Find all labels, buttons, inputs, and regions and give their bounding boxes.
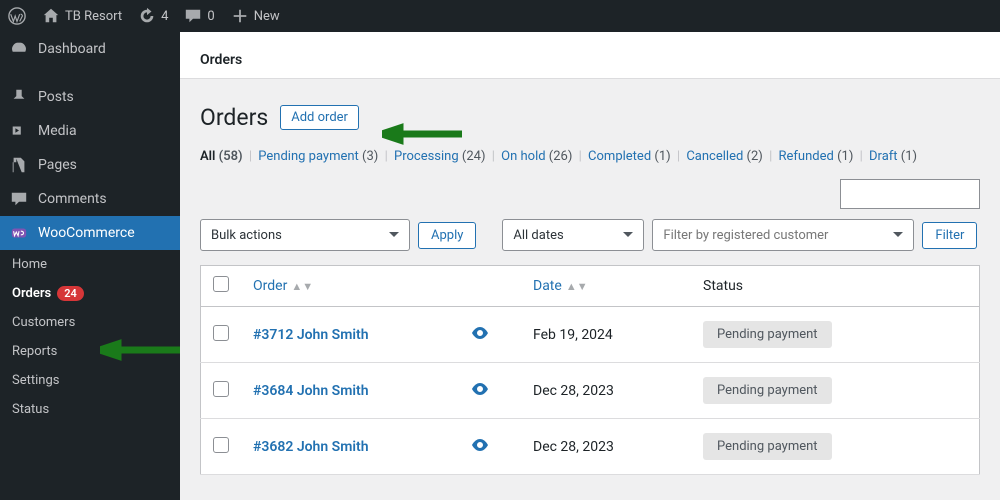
sidebar-item-woocommerce[interactable]: WooCommerce [0, 216, 180, 250]
filter-draft[interactable]: Draft (1) [869, 149, 917, 164]
content-area: Orders Orders Add order All (58) | Pendi… [180, 32, 1000, 500]
pin-icon [10, 88, 28, 106]
order-date: Dec 28, 2023 [521, 419, 691, 475]
preview-icon[interactable] [471, 439, 489, 455]
filter-refunded[interactable]: Refunded (1) [779, 149, 854, 164]
filter-hold[interactable]: On hold (26) [501, 149, 572, 164]
sidebar-sub-orders[interactable]: Orders24 [0, 279, 180, 308]
woo-icon [10, 224, 28, 242]
status-badge: Pending payment [703, 321, 832, 348]
wp-logo[interactable] [0, 0, 34, 32]
plus-icon [231, 7, 249, 25]
add-order-button[interactable]: Add order [280, 105, 359, 130]
order-date: Feb 19, 2024 [521, 307, 691, 363]
admin-sidebar: Dashboard Posts Media Pages Comments Woo… [0, 32, 180, 500]
sidebar-item-dashboard[interactable]: Dashboard [0, 32, 180, 66]
status-badge: Pending payment [703, 377, 832, 404]
sidebar-sub-home[interactable]: Home [0, 250, 180, 279]
page-icon [10, 156, 28, 174]
gauge-icon [10, 40, 28, 58]
sidebar-item-pages[interactable]: Pages [0, 148, 180, 182]
order-date: Dec 28, 2023 [521, 363, 691, 419]
comment-icon [10, 190, 28, 208]
orders-table: Order▲▼ Date▲▼ Status #3712 John Smith Fe… [200, 265, 980, 475]
col-status: Status [691, 266, 980, 307]
preview-icon[interactable] [471, 327, 489, 343]
site-name: TB Resort [65, 9, 122, 24]
row-checkbox[interactable] [213, 381, 229, 397]
sort-icon: ▲▼ [291, 280, 313, 293]
sidebar-item-media[interactable]: Media [0, 114, 180, 148]
order-link[interactable]: #3684 John Smith [253, 383, 369, 399]
updates-count: 4 [161, 9, 168, 24]
filter-all[interactable]: All (58) [200, 149, 243, 164]
updates-link[interactable]: 4 [130, 0, 176, 32]
search-input[interactable] [840, 179, 980, 209]
dates-select[interactable]: All dates [502, 219, 644, 251]
filter-cancelled[interactable]: Cancelled (2) [686, 149, 763, 164]
admin-topbar: TB Resort 4 0 New [0, 0, 1000, 32]
media-icon [10, 122, 28, 140]
sidebar-sub-reports[interactable]: Reports [0, 337, 180, 366]
bulk-actions-select[interactable]: Bulk actions [200, 219, 410, 251]
filter-pending[interactable]: Pending payment (3) [258, 149, 378, 164]
sidebar-sub-settings[interactable]: Settings [0, 366, 180, 395]
sidebar-item-posts[interactable]: Posts [0, 80, 180, 114]
sidebar-sub-customers[interactable]: Customers [0, 308, 180, 337]
row-checkbox[interactable] [213, 437, 229, 453]
sidebar-item-comments[interactable]: Comments [0, 182, 180, 216]
table-row: #3684 John Smith Dec 28, 2023 Pending paym… [201, 363, 980, 419]
page-title: Orders [200, 104, 268, 131]
customer-select[interactable]: Filter by registered customer [652, 219, 914, 251]
status-filters: All (58) | Pending payment (3) | Process… [200, 149, 980, 164]
order-link[interactable]: #3712 John Smith [253, 327, 369, 343]
col-order[interactable]: Order▲▼ [241, 266, 521, 307]
sort-icon: ▲▼ [566, 280, 588, 293]
row-checkbox[interactable] [213, 325, 229, 341]
preview-icon[interactable] [471, 383, 489, 399]
comments-count: 0 [207, 9, 214, 24]
filter-completed[interactable]: Completed (1) [588, 149, 671, 164]
status-badge: Pending payment [703, 433, 832, 460]
orders-badge: 24 [57, 286, 84, 301]
col-date[interactable]: Date▲▼ [521, 266, 691, 307]
new-link[interactable]: New [223, 0, 288, 32]
home-icon [42, 7, 60, 25]
refresh-icon [138, 7, 156, 25]
new-label: New [254, 9, 280, 24]
sidebar-sub-status[interactable]: Status [0, 395, 180, 424]
breadcrumb: Orders [180, 32, 1000, 79]
site-link[interactable]: TB Resort [34, 0, 130, 32]
table-row: #3712 John Smith Feb 19, 2024 Pending paym… [201, 307, 980, 363]
filter-button[interactable]: Filter [922, 222, 977, 249]
comments-link[interactable]: 0 [176, 0, 222, 32]
table-row: #3682 John Smith Dec 28, 2023 Pending paym… [201, 419, 980, 475]
order-link[interactable]: #3682 John Smith [253, 439, 369, 455]
filter-processing[interactable]: Processing (24) [394, 149, 485, 164]
select-all-checkbox[interactable] [213, 276, 229, 292]
comment-icon [184, 7, 202, 25]
apply-button[interactable]: Apply [418, 222, 476, 249]
